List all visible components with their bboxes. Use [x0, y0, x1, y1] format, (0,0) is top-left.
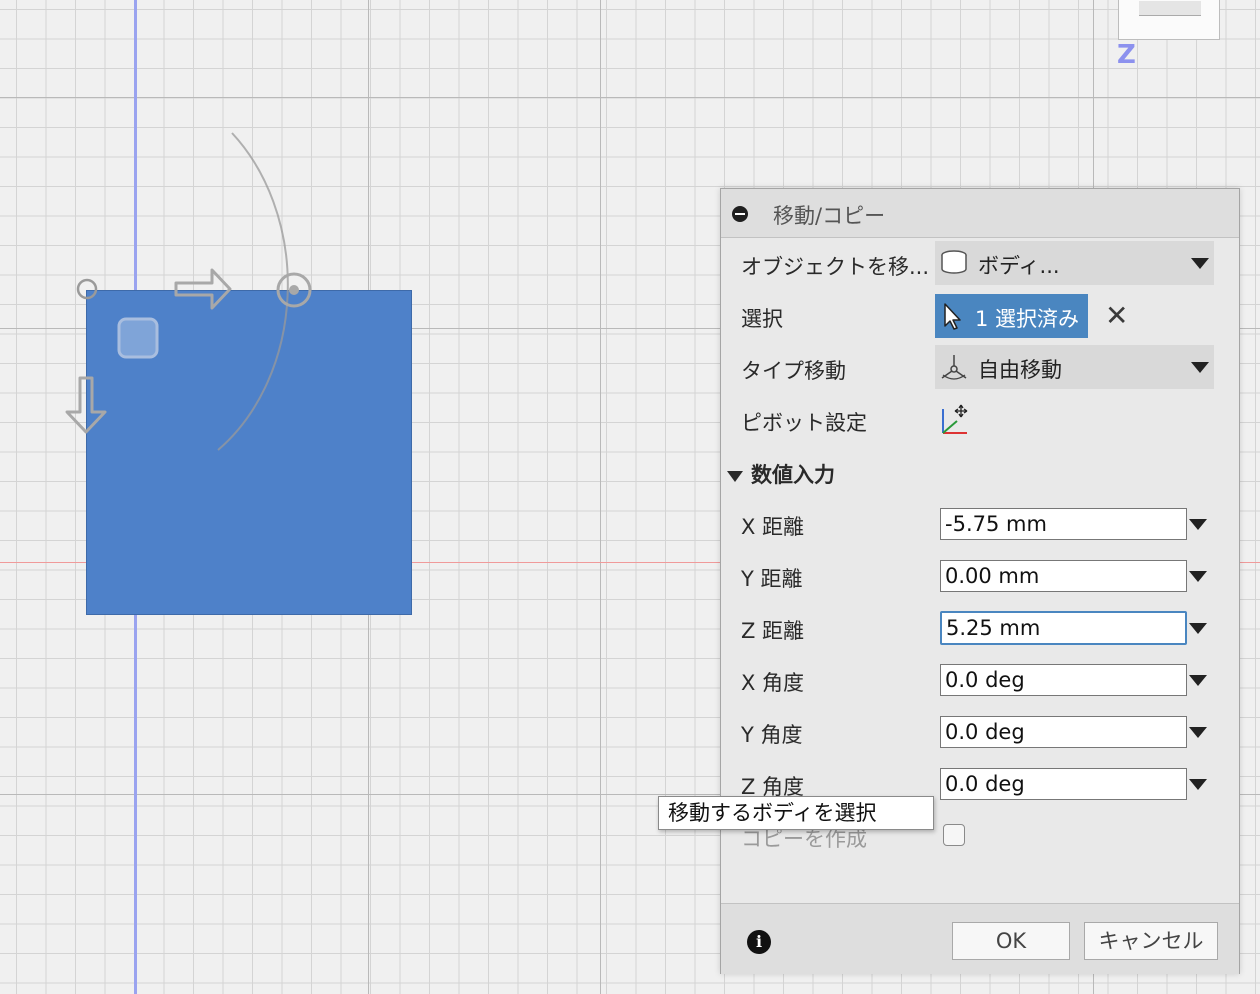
- dialog-footer: i OK キャンセル: [721, 903, 1239, 974]
- z-distance-input[interactable]: 5.25 mm: [940, 611, 1187, 645]
- object-type-label: オブジェクトを移...: [741, 255, 930, 279]
- chevron-down-icon[interactable]: [1189, 519, 1207, 530]
- x-angle-label: X 角度: [741, 671, 805, 695]
- object-type-value: ボディ...: [978, 254, 1060, 278]
- origin-handle: [76, 278, 98, 300]
- x-angle-input[interactable]: 0.0 deg: [940, 664, 1187, 696]
- dialog-title: 移動/コピー: [773, 204, 886, 228]
- info-icon[interactable]: i: [747, 930, 771, 954]
- free-move-icon: [941, 355, 967, 380]
- cursor-arrow-icon: [944, 303, 961, 330]
- pivot-set-icon[interactable]: [937, 403, 973, 437]
- rotate-handle-dot: [289, 285, 299, 295]
- x-distance-input[interactable]: -5.75 mm: [940, 508, 1187, 540]
- chevron-down-icon[interactable]: [1189, 727, 1207, 738]
- chevron-down-icon: [1191, 362, 1209, 373]
- selection-button[interactable]: 1 選択済み: [935, 294, 1088, 338]
- dialog-header[interactable]: 移動/コピー: [721, 189, 1239, 238]
- chevron-down-icon[interactable]: [1189, 571, 1207, 582]
- pivot-label: ピボット設定: [741, 411, 867, 435]
- z-angle-input[interactable]: 0.0 deg: [940, 768, 1187, 800]
- collapse-triangle-icon: [727, 470, 743, 482]
- chevron-down-icon[interactable]: [1189, 779, 1207, 790]
- y-angle-input[interactable]: 0.0 deg: [940, 716, 1187, 748]
- y-angle-label: Y 角度: [741, 723, 803, 747]
- x-distance-label: X 距離: [741, 515, 805, 539]
- clear-selection-icon[interactable]: ✕: [1105, 299, 1128, 332]
- plane-handle: [117, 317, 159, 359]
- move-copy-dialog: 移動/コピー オブジェクトを移... ボディ... 選択 1 選択済み ✕ タイ…: [720, 188, 1240, 974]
- selection-label: 選択: [741, 307, 783, 331]
- viewcube[interactable]: [1118, 0, 1220, 40]
- chevron-down-icon: [1191, 258, 1209, 269]
- x-arrow-handle: [174, 268, 232, 310]
- move-gizmo[interactable]: [0, 0, 420, 480]
- move-type-label: タイプ移動: [741, 359, 846, 383]
- section-title: 数値入力: [751, 463, 835, 487]
- ok-button[interactable]: OK: [952, 922, 1070, 960]
- chevron-down-icon[interactable]: [1189, 623, 1207, 634]
- grid-major-line: [600, 0, 601, 994]
- body-icon: [941, 250, 967, 274]
- create-copy-checkbox[interactable]: [943, 824, 965, 846]
- z-arrow-handle: [65, 376, 107, 434]
- move-type-value: 自由移動: [978, 358, 1062, 382]
- chevron-down-icon[interactable]: [1189, 675, 1207, 686]
- y-distance-label: Y 距離: [741, 567, 803, 591]
- object-type-dropdown[interactable]: ボディ...: [935, 241, 1214, 285]
- cancel-button[interactable]: キャンセル: [1084, 922, 1218, 960]
- move-type-dropdown[interactable]: 自由移動: [935, 345, 1214, 389]
- selection-value: 1 選択済み: [975, 307, 1080, 331]
- y-distance-input[interactable]: 0.00 mm: [940, 560, 1187, 592]
- collapse-icon[interactable]: [732, 206, 748, 222]
- tooltip: 移動するボディを選択: [658, 796, 934, 830]
- numeric-input-section[interactable]: 数値入力: [727, 459, 835, 489]
- viewcube-z-label: Z: [1117, 40, 1136, 70]
- z-distance-label: Z 距離: [741, 619, 805, 643]
